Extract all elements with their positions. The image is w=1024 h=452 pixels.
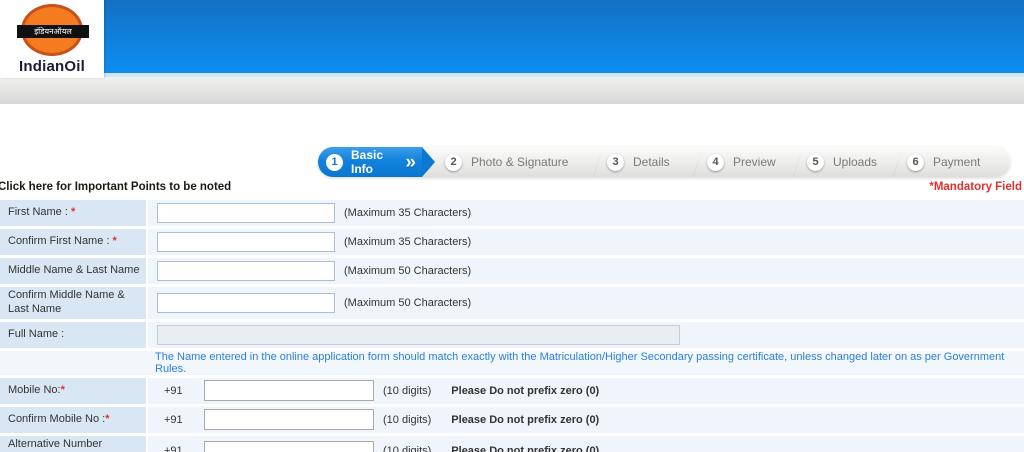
confirm-mobile-no-input[interactable] xyxy=(204,409,374,430)
indianoil-logo-icon: इंडियनऑयल xyxy=(21,4,83,56)
middle-last-name-input[interactable] xyxy=(157,261,335,281)
step-number-badge: 2 xyxy=(445,154,462,171)
header-blue-bar xyxy=(0,0,1024,73)
active-tab-arrow-icon xyxy=(422,147,435,177)
tab-photo-signature[interactable]: 2 Photo & Signature xyxy=(435,147,597,177)
field-warning: Please Do not prefix zero (0) xyxy=(451,445,599,452)
field-content xyxy=(148,322,1024,348)
form-row-full-name: Full Name : xyxy=(0,322,1024,348)
field-content: (Maximum 50 Characters) xyxy=(148,287,1024,319)
field-hint: (10 digits) xyxy=(383,385,431,397)
tab-payment[interactable]: 6 Payment xyxy=(897,147,1010,177)
field-hint: (Maximum 50 Characters) xyxy=(344,297,471,309)
form-row-middle-last-name: Middle Name & Last Name (Maximum 50 Char… xyxy=(0,258,1024,284)
brand-name: IndianOil xyxy=(19,58,85,75)
field-content: (Maximum 35 Characters) xyxy=(148,200,1024,226)
tab-basic-info[interactable]: 1 Basic Info » xyxy=(318,147,422,177)
required-asterisk: * xyxy=(61,384,65,396)
first-name-input[interactable] xyxy=(157,203,335,223)
page: इंडियनऑयल IndianOil 1 Basic Info » 2 Pho… xyxy=(0,0,1024,452)
field-label: Confirm Mobile No :* xyxy=(0,407,146,433)
tab-label: Basic Info xyxy=(351,148,395,176)
confirm-first-name-input[interactable] xyxy=(157,232,335,252)
header-gray-band xyxy=(0,77,1024,104)
step-number-badge: 5 xyxy=(807,154,824,171)
tab-label: Details xyxy=(633,155,670,169)
name-match-note: The Name entered in the online applicati… xyxy=(155,351,1024,375)
form-row-confirm-middle-last-name: Confirm Middle Name & Last Name (Maximum… xyxy=(0,287,1024,319)
field-label: Mobile No:* xyxy=(0,378,146,404)
notices-row: Click here for Important Points to be no… xyxy=(0,181,1024,197)
required-asterisk: * xyxy=(113,235,117,247)
basic-info-form: First Name : * (Maximum 35 Characters) C… xyxy=(0,200,1024,452)
step-number-badge: 1 xyxy=(326,154,343,171)
field-hint: (10 digits) xyxy=(383,445,431,452)
mobile-no-input[interactable] xyxy=(204,380,374,401)
tab-details[interactable]: 3 Details xyxy=(597,147,697,177)
field-warning: Please Do not prefix zero (0) xyxy=(451,385,599,397)
confirm-middle-last-name-input[interactable] xyxy=(157,293,335,313)
field-hint: (Maximum 35 Characters) xyxy=(344,207,471,219)
step-wizard: 1 Basic Info » 2 Photo & Signature 3 Det… xyxy=(318,147,1010,177)
tab-label: Photo & Signature xyxy=(471,155,568,169)
step-number-badge: 4 xyxy=(707,154,724,171)
form-row-mobile-no: Mobile No:* +91 (10 digits) Please Do no… xyxy=(0,378,1024,404)
tab-label: Preview xyxy=(733,155,776,169)
field-label: Middle Name & Last Name xyxy=(0,258,146,284)
field-label: Alternative Number (Mobile No/Landline N… xyxy=(0,436,146,452)
field-hint: (Maximum 50 Characters) xyxy=(344,265,471,277)
field-label: Full Name : xyxy=(0,322,146,348)
field-warning: Please Do not prefix zero (0) xyxy=(451,414,599,426)
name-note-row: The Name entered in the online applicati… xyxy=(0,351,1024,375)
field-content: (Maximum 35 Characters) xyxy=(148,229,1024,255)
country-code-prefix: +91 xyxy=(164,445,190,452)
field-label: Confirm Middle Name & Last Name xyxy=(0,287,146,319)
required-asterisk: * xyxy=(105,413,109,425)
field-hint: (Maximum 35 Characters) xyxy=(344,236,471,248)
alternative-number-input[interactable] xyxy=(204,441,374,452)
field-label: Confirm First Name : * xyxy=(0,229,146,255)
tab-uploads[interactable]: 5 Uploads xyxy=(797,147,897,177)
required-asterisk: * xyxy=(71,206,75,218)
important-points-link[interactable]: Click here for Important Points to be no… xyxy=(0,181,231,193)
form-row-first-name: First Name : * (Maximum 35 Characters) xyxy=(0,200,1024,226)
form-row-confirm-mobile-no: Confirm Mobile No :* +91 (10 digits) Ple… xyxy=(0,407,1024,433)
field-content: +91 (10 digits) Please Do not prefix zer… xyxy=(148,378,1024,404)
double-chevron-icon: » xyxy=(405,153,416,172)
indianoil-logo-hindi-text: इंडियनऑयल xyxy=(17,25,89,38)
form-row-confirm-first-name: Confirm First Name : * (Maximum 35 Chara… xyxy=(0,229,1024,255)
indianoil-logo: इंडियनऑयल IndianOil xyxy=(0,0,104,78)
field-content: +91 (10 digits) Please Do not prefix zer… xyxy=(148,436,1024,452)
field-label: First Name : * xyxy=(0,200,146,226)
mandatory-field-note: *Mandatory Field xyxy=(929,181,1022,193)
step-number-badge: 3 xyxy=(607,154,624,171)
country-code-prefix: +91 xyxy=(164,414,190,426)
form-row-alternative-number: Alternative Number (Mobile No/Landline N… xyxy=(0,436,1024,452)
step-number-badge: 6 xyxy=(907,154,924,171)
tab-label: Uploads xyxy=(833,155,877,169)
tab-preview[interactable]: 4 Preview xyxy=(697,147,797,177)
tab-label: Payment xyxy=(933,155,980,169)
country-code-prefix: +91 xyxy=(164,385,190,397)
field-content: +91 (10 digits) Please Do not prefix zer… xyxy=(148,407,1024,433)
field-hint: (10 digits) xyxy=(383,414,431,426)
field-content: (Maximum 50 Characters) xyxy=(148,258,1024,284)
full-name-input xyxy=(157,325,680,345)
